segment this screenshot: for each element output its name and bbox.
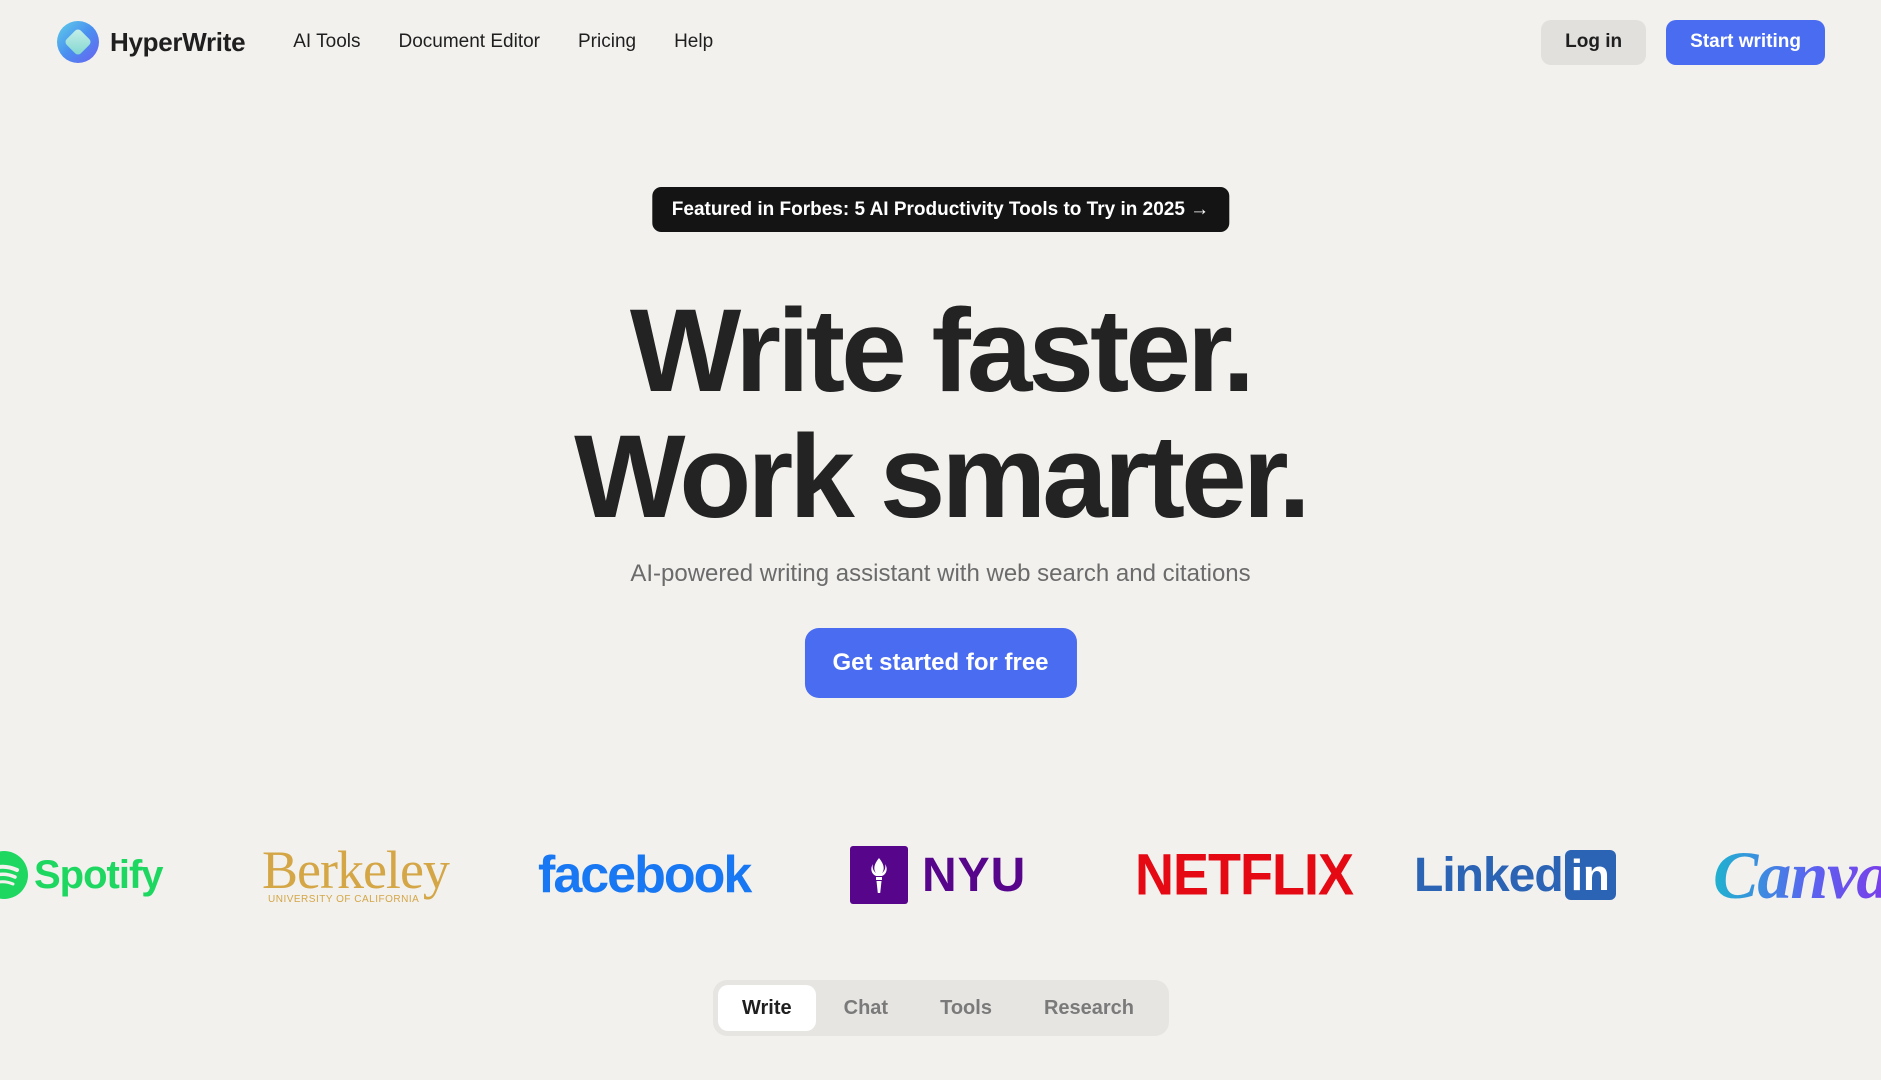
headline-line-2: Work smarter. (574, 411, 1311, 543)
nav-link-document-editor[interactable]: Document Editor (398, 31, 540, 53)
nyu-logo: NYU (850, 830, 1026, 920)
top-navigation: HyperWrite AI Tools Document Editor Pric… (0, 0, 1881, 84)
nav-link-pricing[interactable]: Pricing (578, 31, 636, 53)
hyperwrite-logo-icon (57, 21, 99, 63)
linkedin-logo: Linked in (1414, 830, 1616, 920)
nav-links: AI Tools Document Editor Pricing Help (293, 31, 713, 53)
linkedin-wordmark: Linked (1414, 848, 1564, 902)
canva-logo: Canva (1713, 830, 1881, 920)
linkedin-in-icon: in (1564, 850, 1616, 900)
netflix-wordmark: NETFLIX (1135, 842, 1354, 908)
nav-link-ai-tools[interactable]: AI Tools (293, 31, 360, 53)
berkeley-wordmark: Berkeley (262, 839, 450, 900)
brand[interactable]: HyperWrite (56, 20, 246, 64)
hero-subhead: AI-powered writing assistant with web se… (630, 560, 1251, 587)
brand-name: HyperWrite (110, 26, 246, 57)
headline-line-1: Write faster. (629, 285, 1255, 417)
tab-research[interactable]: Research (1020, 985, 1158, 1031)
tab-tools[interactable]: Tools (916, 985, 1016, 1031)
nav-link-help[interactable]: Help (674, 31, 713, 53)
berkeley-subtitle: UNIVERSITY OF CALIFORNIA (268, 893, 420, 905)
hero-headline: Write faster. Work smarter. (0, 288, 1881, 540)
berkeley-logo: Berkeley UNIVERSITY OF CALIFORNIA (262, 830, 450, 920)
spotify-icon (0, 851, 28, 899)
login-button[interactable]: Log in (1541, 19, 1647, 65)
feature-tabs: Write Chat Tools Research (713, 980, 1169, 1036)
start-writing-button[interactable]: Start writing (1666, 19, 1825, 65)
nav-actions: Log in Start writing (1541, 19, 1825, 65)
forbes-feature-badge[interactable]: Featured in Forbes: 5 AI Productivity To… (651, 187, 1230, 232)
nyu-torch-icon (850, 846, 908, 904)
spotify-logo: Spotify (0, 830, 164, 920)
customer-logos: Spotify Berkeley UNIVERSITY OF CALIFORNI… (0, 830, 1881, 920)
canva-wordmark: Canva (1713, 836, 1881, 915)
get-started-button[interactable]: Get started for free (804, 628, 1077, 698)
tab-write[interactable]: Write (718, 985, 816, 1031)
spotify-wordmark: Spotify (34, 852, 164, 897)
netflix-logo: NETFLIX (1135, 830, 1354, 920)
facebook-logo: facebook (538, 830, 752, 920)
facebook-wordmark: facebook (538, 846, 752, 904)
nyu-wordmark: NYU (922, 848, 1027, 902)
tab-chat[interactable]: Chat (820, 985, 912, 1031)
